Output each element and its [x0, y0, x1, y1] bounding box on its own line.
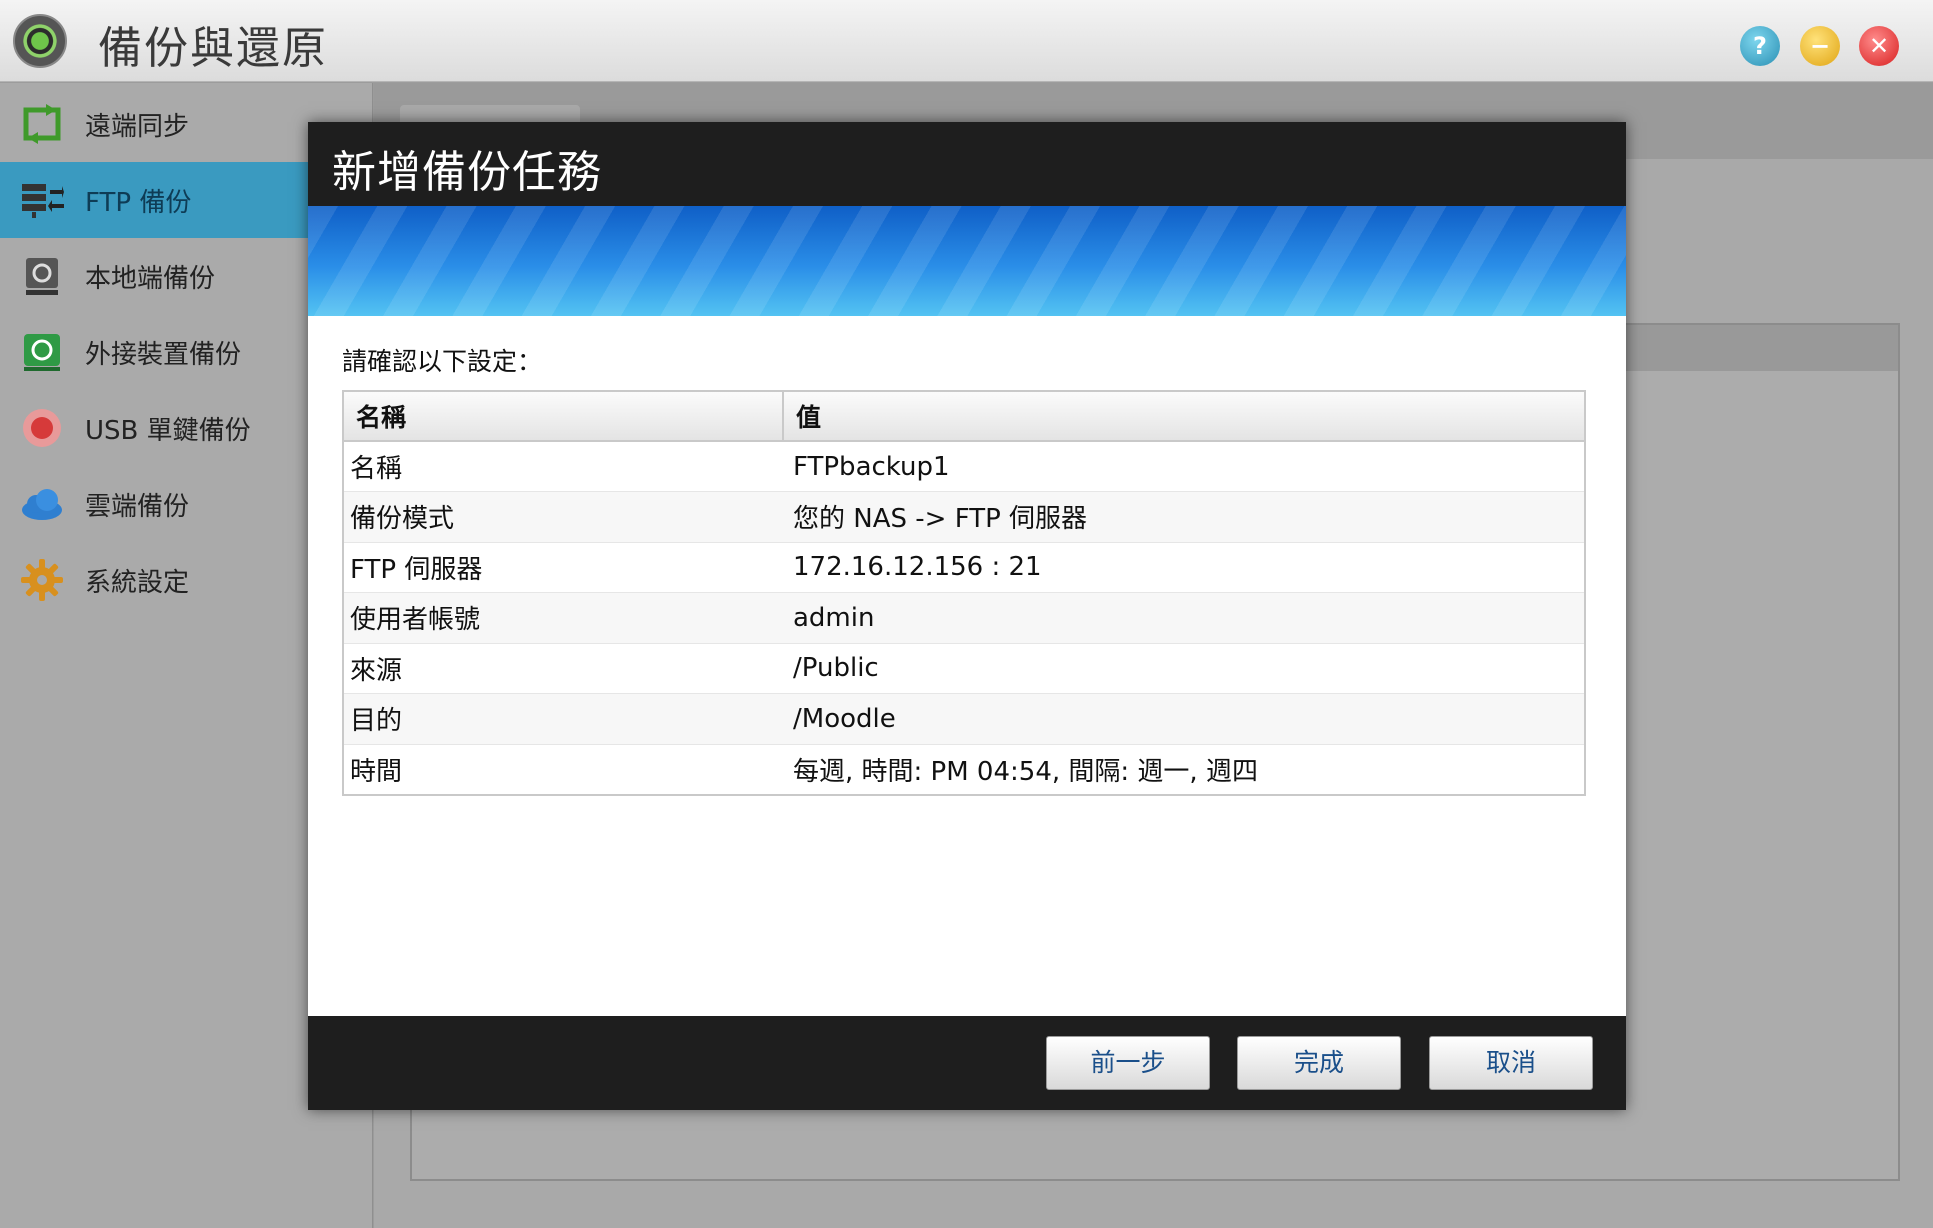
column-header-value: 值 [783, 391, 1585, 442]
previous-button[interactable]: 前一步 [1046, 1036, 1210, 1090]
remote-sync-icon [23, 104, 61, 144]
table-row: FTP 伺服器 172.16.12.156 : 21 [343, 542, 1585, 593]
row-key: 備份模式 [343, 491, 783, 543]
title-bar: 備份與還原 ? − ✕ [0, 0, 1933, 82]
close-icon[interactable]: ✕ [1859, 26, 1899, 66]
local-backup-icon [26, 258, 58, 295]
row-key: 目的 [343, 693, 783, 745]
dialog-banner [308, 206, 1626, 316]
settings-summary-table: 名稱 值 名稱 FTPbackup1 備份模式 您的 NAS -> FTP 伺服… [342, 390, 1586, 796]
sidebar-item-label: 系統設定 [85, 567, 190, 598]
row-key: 使用者帳號 [343, 592, 783, 644]
row-value: /Public [783, 643, 1585, 694]
row-value: /Moodle [783, 693, 1585, 745]
table-row: 時間 每週, 時間: PM 04:54, 間隔: 週一, 週四 [343, 744, 1585, 795]
help-icon[interactable]: ? [1740, 26, 1780, 66]
row-key: 時間 [343, 744, 783, 795]
gear-icon [21, 559, 63, 601]
finish-button[interactable]: 完成 [1237, 1036, 1401, 1090]
table-row: 備份模式 您的 NAS -> FTP 伺服器 [343, 491, 1585, 543]
confirm-prompt: 請確認以下設定： [342, 347, 543, 376]
table-row: 使用者帳號 admin [343, 592, 1585, 644]
table-header-row: 名稱 值 [343, 391, 1585, 442]
sidebar-item-label: 本地端備份 [85, 263, 216, 294]
sidebar-item-label: 遠端同步 [85, 111, 190, 142]
dialog-footer: 前一步 完成 取消 [308, 1016, 1626, 1110]
external-device-icon [24, 334, 60, 371]
app-title: 備份與還原 [98, 23, 328, 74]
row-value: 您的 NAS -> FTP 伺服器 [783, 491, 1585, 543]
usb-one-touch-icon [23, 409, 61, 447]
sidebar-item-label: 雲端備份 [85, 491, 190, 522]
add-backup-task-dialog: 新增備份任務 請確認以下設定： 名稱 值 名稱 FTPbackup1 備份模式 … [308, 122, 1626, 1110]
table-row: 來源 /Public [343, 643, 1585, 694]
row-value: FTPbackup1 [783, 441, 1585, 492]
row-value: admin [783, 592, 1585, 644]
dialog-header: 新增備份任務 [308, 122, 1626, 206]
minimize-icon[interactable]: − [1800, 26, 1840, 66]
sidebar-item-label: FTP 備份 [85, 187, 192, 218]
app-logo-icon [13, 14, 67, 68]
sidebar-item-label: USB 單鍵備份 [85, 415, 251, 446]
row-key: FTP 伺服器 [343, 542, 783, 593]
row-key: 名稱 [343, 441, 783, 492]
dialog-title: 新增備份任務 [332, 147, 602, 198]
column-header-name: 名稱 [343, 391, 784, 442]
sidebar-item-label: 外接裝置備份 [85, 339, 242, 370]
table-row: 目的 /Moodle [343, 693, 1585, 745]
row-value: 172.16.12.156 : 21 [783, 542, 1585, 593]
cloud-icon [22, 489, 62, 520]
row-value: 每週, 時間: PM 04:54, 間隔: 週一, 週四 [783, 744, 1585, 795]
table-row: 名稱 FTPbackup1 [343, 441, 1585, 492]
ftp-backup-icon [22, 184, 64, 218]
cancel-button[interactable]: 取消 [1429, 1036, 1593, 1090]
row-key: 來源 [343, 643, 783, 694]
